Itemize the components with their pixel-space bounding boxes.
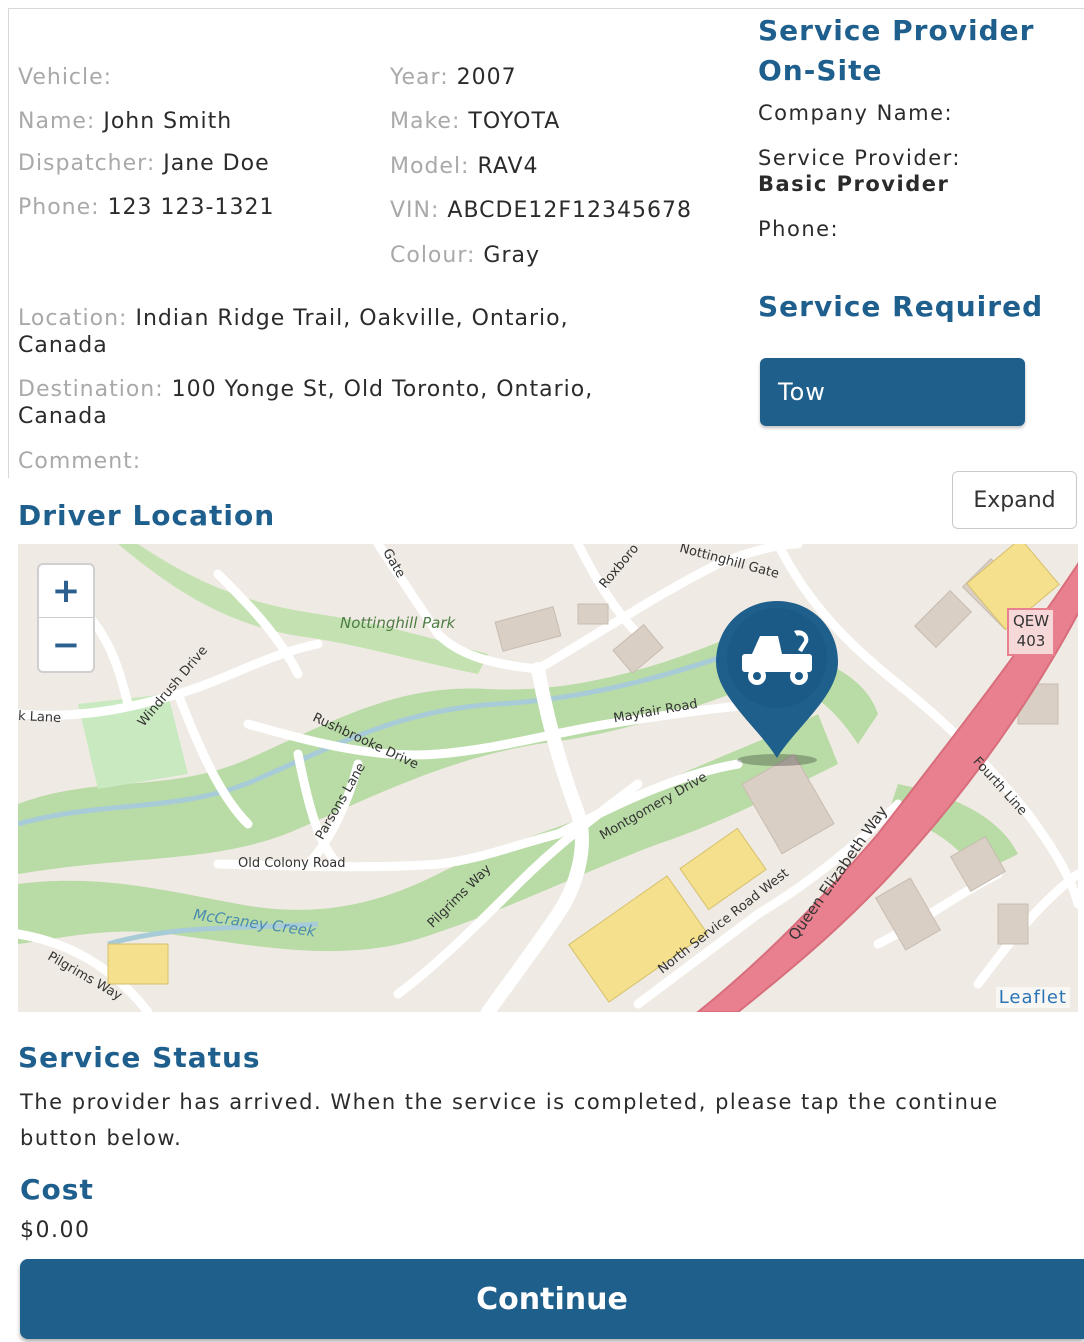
service-provider-heading: Service Provider On-Site (758, 11, 1034, 91)
comment-label: Comment: (18, 449, 142, 474)
park-label-nottinghill: Nottinghill Park (340, 614, 456, 632)
year-value: 2007 (456, 65, 517, 90)
street-old-colony: Old Colony Road (238, 856, 346, 871)
vin-label: VIN: (390, 198, 440, 223)
map-tiles (18, 544, 1078, 1012)
driver-location-map[interactable]: QEW 403 Nottinghill Park Nottinghill Gat… (18, 544, 1078, 1012)
make-value: TOYOTA (468, 109, 561, 134)
location-field: Location: Indian Ridge Trail, Oakville, … (18, 305, 658, 359)
colour-value: Gray (483, 243, 541, 268)
cost-heading: Cost (20, 1173, 94, 1206)
service-required-heading: Service Required (758, 290, 1044, 323)
tow-service-label: Tow (778, 378, 826, 406)
service-status-heading: Service Status (18, 1041, 261, 1074)
service-provider-heading-line1: Service Provider (758, 14, 1035, 47)
phone-value: 123 123-1321 (107, 195, 275, 220)
driver-location-heading: Driver Location (18, 499, 276, 532)
service-provider-label: Service Provider: (758, 146, 961, 170)
panel-left-border (8, 8, 9, 478)
panel-top-border (8, 8, 1084, 9)
expand-map-button[interactable]: Expand (952, 471, 1077, 529)
dispatcher-value: Jane Doe (163, 151, 270, 176)
map-zoom-control: + − (37, 563, 95, 673)
dispatcher-field: Dispatcher: Jane Doe (18, 150, 270, 177)
service-status-message: The provider has arrived. When the servi… (20, 1090, 999, 1150)
street-lane: k Lane (18, 708, 62, 727)
model-field: Model: RAV4 (390, 153, 539, 180)
phone-label: Phone: (18, 195, 100, 220)
zoom-in-button[interactable]: + (39, 565, 93, 618)
company-name-label: Company Name: (758, 101, 954, 125)
cost-value: $0.00 (20, 1218, 91, 1243)
vin-value: ABCDE12F12345678 (447, 198, 693, 223)
qew-shield-line2: 403 (1016, 632, 1046, 650)
colour-label: Colour: (390, 243, 476, 268)
name-label: Name: (18, 109, 96, 134)
destination-label: Destination: (18, 377, 164, 402)
model-value: RAV4 (477, 154, 539, 179)
qew-shield-line1: QEW (1012, 612, 1050, 630)
driver-name-field: Name: John Smith (18, 108, 232, 135)
zoom-out-button[interactable]: − (39, 618, 93, 671)
tow-truck-marker-icon[interactable] (712, 596, 842, 766)
service-provider-value: Basic Provider (758, 172, 950, 196)
leaflet-attribution-link[interactable]: Leaflet (995, 987, 1070, 1008)
expand-map-label: Expand (973, 487, 1056, 513)
year-label: Year: (390, 65, 449, 90)
vin-field: VIN: ABCDE12F12345678 (390, 197, 692, 224)
phone-field: Phone: 123 123-1321 (18, 194, 274, 221)
vehicle-label-text: Vehicle: (18, 65, 113, 90)
make-label: Make: (390, 109, 461, 134)
comment-field: Comment: (18, 448, 141, 475)
vehicle-label: Vehicle: (18, 64, 112, 91)
service-provider-heading-line2: On-Site (758, 54, 883, 87)
year-field: Year: 2007 (390, 64, 517, 91)
destination-field: Destination: 100 Yonge St, Old Toronto, … (18, 376, 678, 430)
continue-button[interactable]: Continue (20, 1259, 1084, 1339)
location-label: Location: (18, 306, 128, 331)
provider-phone-label: Phone: (758, 217, 840, 241)
colour-field: Colour: Gray (390, 242, 540, 269)
continue-label: Continue (476, 1281, 628, 1317)
make-field: Make: TOYOTA (390, 108, 560, 135)
tow-service-button[interactable]: Tow (760, 358, 1025, 426)
model-label: Model: (390, 154, 470, 179)
dispatcher-label: Dispatcher: (18, 151, 156, 176)
name-value: John Smith (103, 109, 233, 134)
